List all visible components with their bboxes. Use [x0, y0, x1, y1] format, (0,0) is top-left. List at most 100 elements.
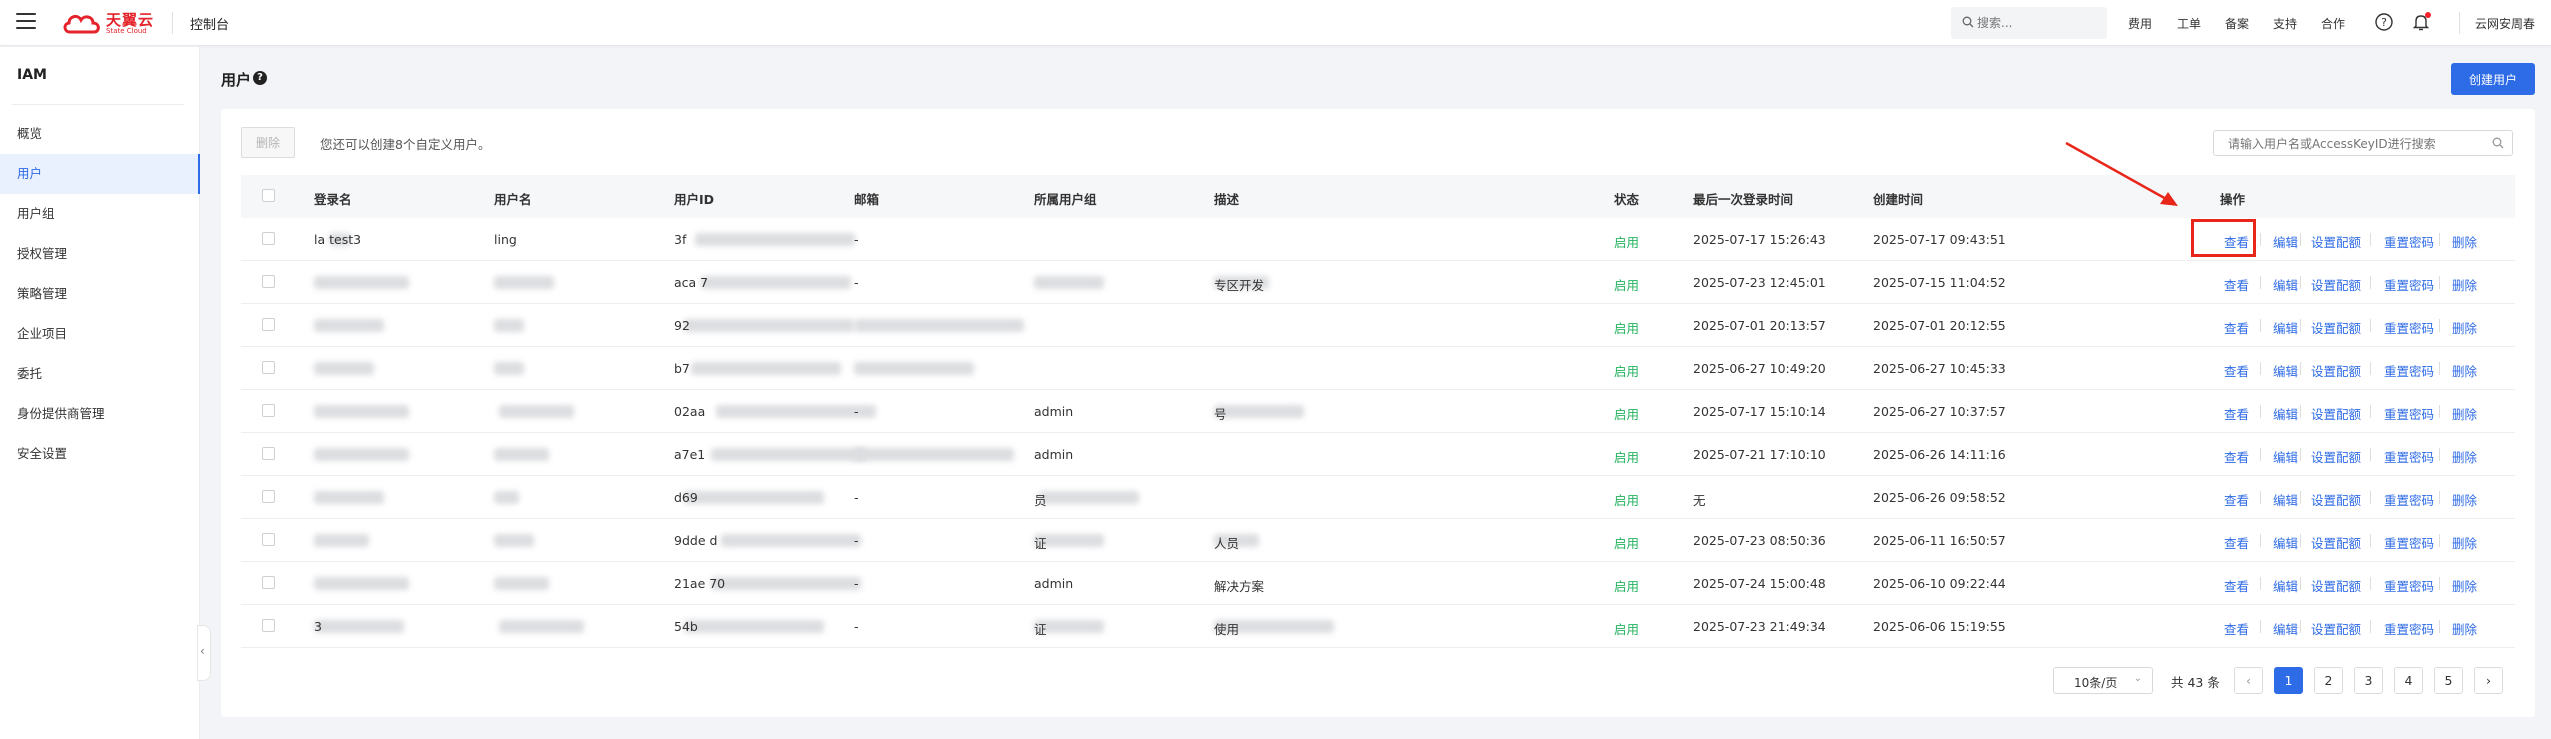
table-row: 02aa - admin 号 启用 2025-07-17 15:10:14 2025-06-…: [241, 390, 2515, 433]
console-link[interactable]: 控制台: [190, 14, 229, 33]
row-checkbox[interactable]: [262, 533, 275, 546]
set-quota-link[interactable]: 设置配额: [2311, 232, 2361, 251]
nav-link-tickets[interactable]: 工单: [2177, 15, 2201, 32]
edit-link[interactable]: 编辑: [2273, 533, 2298, 552]
view-link[interactable]: 查看: [2224, 404, 2249, 423]
row-checkbox[interactable]: [262, 447, 275, 460]
create-user-button[interactable]: 创建用户: [2451, 63, 2535, 95]
sidebar-item-users[interactable]: 用户: [0, 154, 200, 194]
menu-icon[interactable]: [16, 13, 36, 31]
view-link[interactable]: 查看: [2224, 361, 2249, 380]
delete-link[interactable]: 删除: [2452, 619, 2477, 638]
delete-link[interactable]: 删除: [2452, 232, 2477, 251]
edit-link[interactable]: 编辑: [2273, 447, 2298, 466]
page-button-3[interactable]: 3: [2354, 667, 2383, 694]
edit-link[interactable]: 编辑: [2273, 490, 2298, 509]
row-checkbox[interactable]: [262, 619, 275, 632]
edit-link[interactable]: 编辑: [2273, 275, 2298, 294]
edit-link[interactable]: 编辑: [2273, 361, 2298, 380]
reset-password-link[interactable]: 重置密码: [2384, 533, 2434, 552]
page-button-5[interactable]: 5: [2434, 667, 2463, 694]
reset-password-link[interactable]: 重置密码: [2384, 318, 2434, 337]
select-all-checkbox[interactable]: [262, 189, 275, 202]
nav-link-filing[interactable]: 备案: [2225, 15, 2249, 32]
delete-link[interactable]: 删除: [2452, 576, 2477, 595]
bell-icon[interactable]: [2411, 12, 2431, 32]
brand-logo[interactable]: 天翼云 State Cloud: [62, 9, 158, 37]
nav-link-partner[interactable]: 合作: [2321, 15, 2345, 32]
page-size-select[interactable]: 10条/页 ⌄: [2053, 667, 2153, 694]
set-quota-link[interactable]: 设置配额: [2311, 404, 2361, 423]
row-checkbox[interactable]: [262, 318, 275, 331]
cell-last-login: 2025-07-23 12:45:01: [1693, 275, 1826, 290]
view-link[interactable]: 查看: [2224, 447, 2249, 466]
nav-link-billing[interactable]: 费用: [2128, 15, 2152, 32]
delete-link[interactable]: 删除: [2452, 318, 2477, 337]
delete-link[interactable]: 删除: [2452, 404, 2477, 423]
edit-link[interactable]: 编辑: [2273, 232, 2298, 251]
prev-page-button[interactable]: ‹: [2234, 667, 2263, 694]
edit-link[interactable]: 编辑: [2273, 404, 2298, 423]
sidebar-item-security-settings[interactable]: 安全设置: [0, 434, 200, 474]
page-button-1[interactable]: 1: [2274, 667, 2303, 694]
row-checkbox[interactable]: [262, 232, 275, 245]
edit-link[interactable]: 编辑: [2273, 576, 2298, 595]
set-quota-link[interactable]: 设置配额: [2311, 361, 2361, 380]
page-button-4[interactable]: 4: [2394, 667, 2423, 694]
set-quota-link[interactable]: 设置配额: [2311, 447, 2361, 466]
set-quota-link[interactable]: 设置配额: [2311, 533, 2361, 552]
reset-password-link[interactable]: 重置密码: [2384, 490, 2434, 509]
reset-password-link[interactable]: 重置密码: [2384, 275, 2434, 294]
view-link[interactable]: 查看: [2224, 490, 2249, 509]
sidebar-item-overview[interactable]: 概览: [0, 114, 200, 154]
view-link[interactable]: 查看: [2224, 533, 2249, 552]
sidebar-item-policies[interactable]: 策略管理: [0, 274, 200, 314]
delete-link[interactable]: 删除: [2452, 275, 2477, 294]
user-search[interactable]: [2213, 130, 2513, 156]
global-search[interactable]: [1951, 7, 2107, 39]
reset-password-link[interactable]: 重置密码: [2384, 447, 2434, 466]
edit-link[interactable]: 编辑: [2273, 318, 2298, 337]
reset-password-link[interactable]: 重置密码: [2384, 619, 2434, 638]
sidebar-item-authorization[interactable]: 授权管理: [0, 234, 200, 274]
bulk-delete-button[interactable]: 删除: [241, 127, 295, 158]
set-quota-link[interactable]: 设置配额: [2311, 576, 2361, 595]
sidebar-item-delegation[interactable]: 委托: [0, 354, 200, 394]
reset-password-link[interactable]: 重置密码: [2384, 404, 2434, 423]
sidebar-item-identity-providers[interactable]: 身份提供商管理: [0, 394, 200, 434]
user-search-input[interactable]: [2228, 135, 2488, 153]
set-quota-link[interactable]: 设置配额: [2311, 619, 2361, 638]
sidebar-item-enterprise-projects[interactable]: 企业项目: [0, 314, 200, 354]
page-button-2[interactable]: 2: [2314, 667, 2343, 694]
set-quota-link[interactable]: 设置配额: [2311, 318, 2361, 337]
reset-password-link[interactable]: 重置密码: [2384, 361, 2434, 380]
reset-password-link[interactable]: 重置密码: [2384, 576, 2434, 595]
divider: [2439, 319, 2440, 332]
set-quota-link[interactable]: 设置配额: [2311, 275, 2361, 294]
next-page-button[interactable]: ›: [2474, 667, 2503, 694]
help-icon[interactable]: ?: [2374, 12, 2394, 32]
delete-link[interactable]: 删除: [2452, 533, 2477, 552]
row-checkbox[interactable]: [262, 361, 275, 374]
edit-link[interactable]: 编辑: [2273, 619, 2298, 638]
row-checkbox[interactable]: [262, 275, 275, 288]
delete-link[interactable]: 删除: [2452, 447, 2477, 466]
sidebar-collapse-toggle[interactable]: ‹: [197, 625, 211, 681]
global-search-input[interactable]: [1977, 14, 2097, 32]
delete-link[interactable]: 删除: [2452, 361, 2477, 380]
view-link[interactable]: 查看: [2224, 619, 2249, 638]
set-quota-link[interactable]: 设置配额: [2311, 490, 2361, 509]
view-link[interactable]: 查看: [2224, 275, 2249, 294]
row-checkbox[interactable]: [262, 576, 275, 589]
question-icon[interactable]: ?: [253, 71, 267, 85]
user-account-menu[interactable]: 云网安周春: [2475, 15, 2535, 32]
view-link[interactable]: 查看: [2224, 318, 2249, 337]
sidebar-item-user-groups[interactable]: 用户组: [0, 194, 200, 234]
row-checkbox[interactable]: [262, 404, 275, 417]
reset-password-link[interactable]: 重置密码: [2384, 232, 2434, 251]
row-checkbox[interactable]: [262, 490, 275, 503]
delete-link[interactable]: 删除: [2452, 490, 2477, 509]
search-icon[interactable]: [2492, 137, 2504, 149]
view-link[interactable]: 查看: [2224, 576, 2249, 595]
nav-link-support[interactable]: 支持: [2273, 15, 2297, 32]
